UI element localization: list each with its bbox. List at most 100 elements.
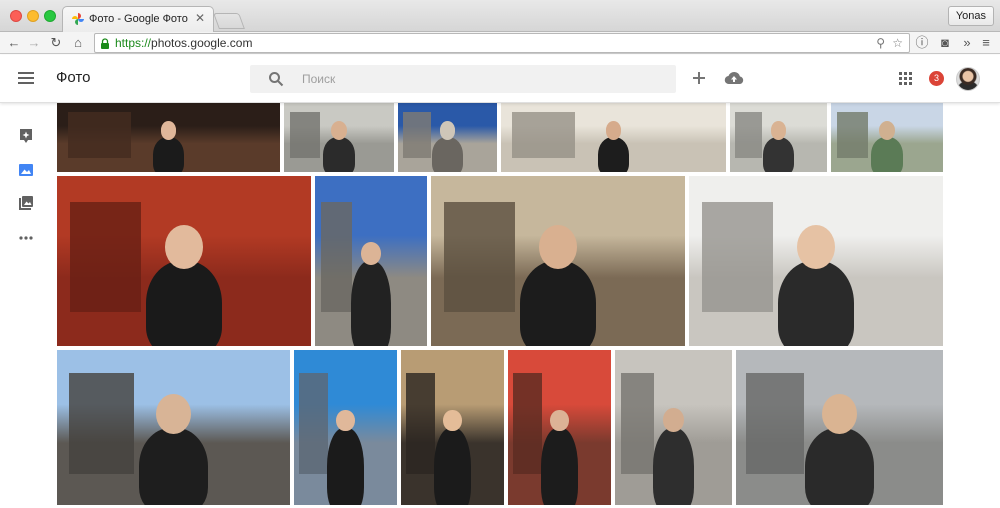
search-placeholder: Поиск bbox=[302, 72, 336, 86]
photo-scene bbox=[443, 410, 462, 432]
photo-scene bbox=[402, 111, 431, 158]
photo-scene bbox=[434, 427, 471, 505]
home-icon[interactable]: ⌂ bbox=[70, 34, 86, 52]
photo-thumbnail[interactable] bbox=[284, 103, 394, 172]
photo-scene bbox=[512, 111, 576, 158]
zoom-window-button[interactable] bbox=[44, 10, 56, 22]
photo-scene bbox=[822, 394, 857, 435]
plus-icon[interactable] bbox=[690, 69, 708, 87]
photo-scene bbox=[513, 373, 542, 474]
photo-thumbnail[interactable] bbox=[57, 350, 290, 505]
extension-info-icon[interactable]: ⓘ bbox=[914, 34, 930, 52]
photo-scene bbox=[879, 121, 895, 140]
minimize-window-button[interactable] bbox=[27, 10, 39, 22]
url-scheme: https:// bbox=[115, 36, 152, 50]
photo-scene bbox=[69, 201, 141, 312]
photo-thumbnail[interactable] bbox=[831, 103, 943, 172]
photo-scene bbox=[138, 427, 209, 505]
app-bar: Фото Поиск 3 bbox=[0, 55, 1000, 103]
photo-scene bbox=[336, 410, 355, 432]
photo-scene bbox=[605, 121, 622, 140]
photo-grid bbox=[0, 103, 1000, 508]
photo-scene bbox=[152, 136, 185, 172]
url-host: photos.google.com bbox=[151, 36, 253, 50]
browser-tab[interactable]: Фото - Google Фото ✕ bbox=[62, 6, 214, 32]
close-window-button[interactable] bbox=[10, 10, 22, 22]
photo-scene bbox=[299, 373, 328, 474]
photo-scene bbox=[323, 136, 355, 172]
photo-scene bbox=[519, 261, 597, 346]
url-text: https://photos.google.com bbox=[115, 36, 252, 50]
photo-scene bbox=[597, 136, 630, 172]
photo-thumbnail[interactable] bbox=[508, 350, 611, 505]
photo-scene bbox=[550, 410, 569, 432]
photo-thumbnail[interactable] bbox=[689, 176, 943, 346]
photo-scene bbox=[439, 121, 456, 140]
back-arrow-icon[interactable]: ← bbox=[6, 34, 22, 52]
photo-scene bbox=[406, 373, 435, 474]
photo-thumbnail[interactable] bbox=[57, 176, 311, 346]
photo-scene bbox=[871, 136, 903, 172]
photo-scene bbox=[653, 427, 694, 505]
browser-toolbar: ← → ↻ ⌂ https://photos.google.com ⚲ ☆ ⓘ … bbox=[0, 32, 1000, 54]
cloud-upload-icon[interactable] bbox=[724, 69, 744, 87]
photo-scene bbox=[331, 121, 347, 140]
apps-grid-icon[interactable] bbox=[899, 72, 913, 86]
reload-icon[interactable]: ↻ bbox=[48, 34, 64, 52]
search-input[interactable]: Поиск bbox=[250, 65, 676, 93]
browser-menu-icon[interactable]: ≡ bbox=[978, 34, 994, 52]
tab-close-icon[interactable]: ✕ bbox=[195, 11, 205, 25]
photo-thumbnail[interactable] bbox=[730, 103, 827, 172]
photo-scene bbox=[68, 373, 134, 474]
secure-lock-icon bbox=[101, 38, 109, 49]
photo-thumbnail[interactable] bbox=[401, 350, 504, 505]
photo-scene bbox=[796, 224, 836, 269]
photo-scene bbox=[361, 242, 381, 265]
photo-scene bbox=[538, 224, 578, 269]
bookmark-star-icon[interactable]: ☆ bbox=[892, 36, 903, 50]
photo-scene bbox=[734, 111, 762, 158]
new-tab-button[interactable] bbox=[213, 13, 245, 29]
photo-scene bbox=[351, 261, 391, 346]
photo-scene bbox=[770, 121, 787, 140]
photo-scene bbox=[746, 373, 805, 474]
photo-scene bbox=[160, 121, 177, 140]
pocket-extension-icon[interactable]: ◙ bbox=[937, 34, 953, 52]
forward-arrow-icon[interactable]: → bbox=[26, 34, 42, 52]
notifications-badge[interactable]: 3 bbox=[929, 71, 944, 86]
search-icon bbox=[269, 72, 284, 87]
photo-thumbnail[interactable] bbox=[431, 176, 685, 346]
photo-scene bbox=[620, 373, 654, 474]
photo-scene bbox=[145, 261, 223, 346]
overflow-extensions-icon[interactable]: » bbox=[959, 34, 975, 52]
photo-scene bbox=[663, 408, 684, 432]
photo-thumbnail[interactable] bbox=[315, 176, 427, 346]
tab-title: Фото - Google Фото bbox=[89, 13, 188, 25]
photo-scene bbox=[431, 136, 464, 172]
hamburger-menu-icon[interactable] bbox=[18, 72, 34, 86]
photo-scene bbox=[777, 261, 855, 346]
photo-scene bbox=[327, 427, 364, 505]
browser-tab-strip: Фото - Google Фото ✕ Yonas bbox=[0, 0, 1000, 32]
photo-scene bbox=[762, 136, 795, 172]
photo-scene bbox=[541, 427, 578, 505]
avatar[interactable] bbox=[956, 67, 980, 91]
photo-thumbnail[interactable] bbox=[615, 350, 732, 505]
photo-scene bbox=[836, 111, 868, 158]
profile-button[interactable]: Yonas bbox=[947, 6, 994, 26]
photo-thumbnail[interactable] bbox=[736, 350, 943, 505]
photo-scene bbox=[68, 111, 131, 158]
photo-thumbnail[interactable] bbox=[57, 103, 280, 172]
google-photos-favicon-icon bbox=[72, 13, 84, 25]
address-bar[interactable]: https://photos.google.com ⚲ ☆ bbox=[94, 33, 910, 53]
photo-scene bbox=[320, 201, 352, 312]
photo-thumbnail[interactable] bbox=[294, 350, 397, 505]
page-title: Фото bbox=[56, 69, 91, 86]
photo-scene bbox=[156, 394, 191, 435]
photo-scene bbox=[164, 224, 204, 269]
photo-thumbnail[interactable] bbox=[398, 103, 497, 172]
photo-scene bbox=[289, 111, 321, 158]
zoom-icon[interactable]: ⚲ bbox=[876, 36, 885, 50]
photo-scene bbox=[804, 427, 875, 505]
photo-thumbnail[interactable] bbox=[501, 103, 726, 172]
